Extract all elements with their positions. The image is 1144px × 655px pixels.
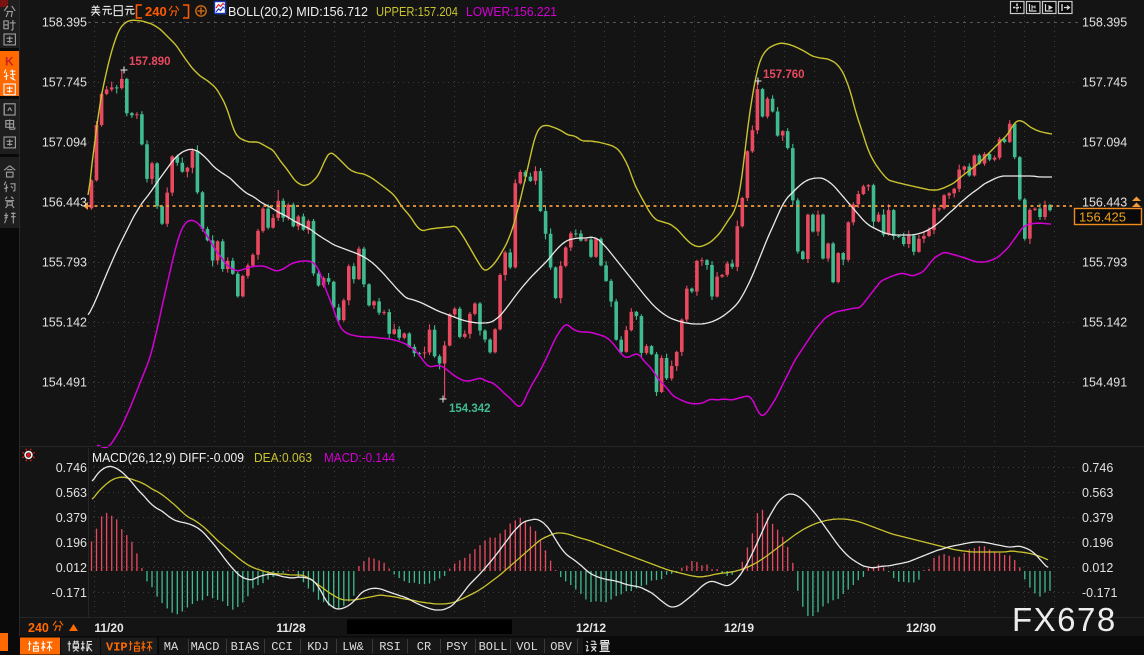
svg-text:0.012: 0.012 (1082, 561, 1113, 575)
svg-text:PSY: PSY (446, 640, 468, 654)
svg-text:154.342: 154.342 (449, 403, 491, 415)
svg-text:12/12: 12/12 (576, 621, 606, 635)
svg-text:BIAS: BIAS (231, 640, 260, 654)
svg-text:0.563: 0.563 (56, 486, 87, 500)
svg-text:0.196: 0.196 (56, 536, 87, 550)
svg-text:BOLL(20,2) MID:156.712: BOLL(20,2) MID:156.712 (228, 5, 368, 19)
svg-text:11/20: 11/20 (94, 621, 124, 635)
svg-text:0.746: 0.746 (1082, 461, 1113, 475)
svg-text:DEA:0.063: DEA:0.063 (254, 451, 312, 465)
svg-text:OBV: OBV (550, 640, 572, 654)
svg-text:MA: MA (164, 640, 179, 654)
svg-text:BOLL: BOLL (479, 640, 508, 654)
svg-text:157.094: 157.094 (42, 136, 87, 150)
svg-text:0.379: 0.379 (1082, 511, 1113, 525)
svg-text:RSI: RSI (379, 640, 401, 654)
svg-text:157.890: 157.890 (129, 56, 171, 68)
svg-text:FX678: FX678 (1012, 601, 1117, 638)
svg-text:157.094: 157.094 (1082, 136, 1127, 150)
svg-text:LW&: LW& (342, 640, 364, 654)
svg-text:156.425: 156.425 (1079, 210, 1126, 225)
svg-text:155.793: 155.793 (42, 256, 87, 270)
svg-text:0.012: 0.012 (56, 561, 87, 575)
svg-text:240: 240 (28, 621, 49, 635)
svg-text:-0.171: -0.171 (1082, 586, 1117, 600)
svg-text:12/30: 12/30 (906, 621, 936, 635)
svg-text:158.395: 158.395 (42, 16, 87, 30)
svg-text:VOL: VOL (516, 640, 538, 654)
svg-text:158.395: 158.395 (1082, 16, 1127, 30)
svg-text:MACD: MACD (191, 640, 220, 654)
svg-text:0.746: 0.746 (56, 461, 87, 475)
svg-text:156.443: 156.443 (1082, 196, 1127, 210)
svg-text:CR: CR (417, 640, 431, 654)
svg-text:154.491: 154.491 (1082, 376, 1127, 390)
svg-text:MACD:-0.144: MACD:-0.144 (324, 451, 395, 465)
svg-text:157.745: 157.745 (42, 76, 87, 90)
svg-text:0.379: 0.379 (56, 511, 87, 525)
svg-text:VIP: VIP (106, 641, 128, 655)
svg-text:156.443: 156.443 (42, 196, 87, 210)
svg-text:K: K (5, 55, 14, 69)
svg-text:11/28: 11/28 (276, 621, 306, 635)
svg-text:157.760: 157.760 (763, 69, 805, 81)
svg-text:155.142: 155.142 (42, 316, 87, 330)
svg-text:-0.171: -0.171 (52, 586, 87, 600)
svg-text:0.196: 0.196 (1082, 536, 1113, 550)
svg-text:MACD(26,12,9) DIFF:-0.009: MACD(26,12,9) DIFF:-0.009 (92, 451, 244, 465)
svg-text:155.142: 155.142 (1082, 316, 1127, 330)
svg-text:UPPER:157.204: UPPER:157.204 (376, 5, 458, 19)
svg-text:240: 240 (145, 4, 167, 19)
svg-text:CCI: CCI (271, 640, 293, 654)
svg-text:LOWER:156.221: LOWER:156.221 (466, 5, 557, 19)
svg-text:154.491: 154.491 (42, 376, 87, 390)
svg-text:12/19: 12/19 (724, 621, 754, 635)
svg-text:0.563: 0.563 (1082, 486, 1113, 500)
svg-text:KDJ: KDJ (307, 640, 329, 654)
svg-text:157.745: 157.745 (1082, 76, 1127, 90)
svg-text:155.793: 155.793 (1082, 256, 1127, 270)
